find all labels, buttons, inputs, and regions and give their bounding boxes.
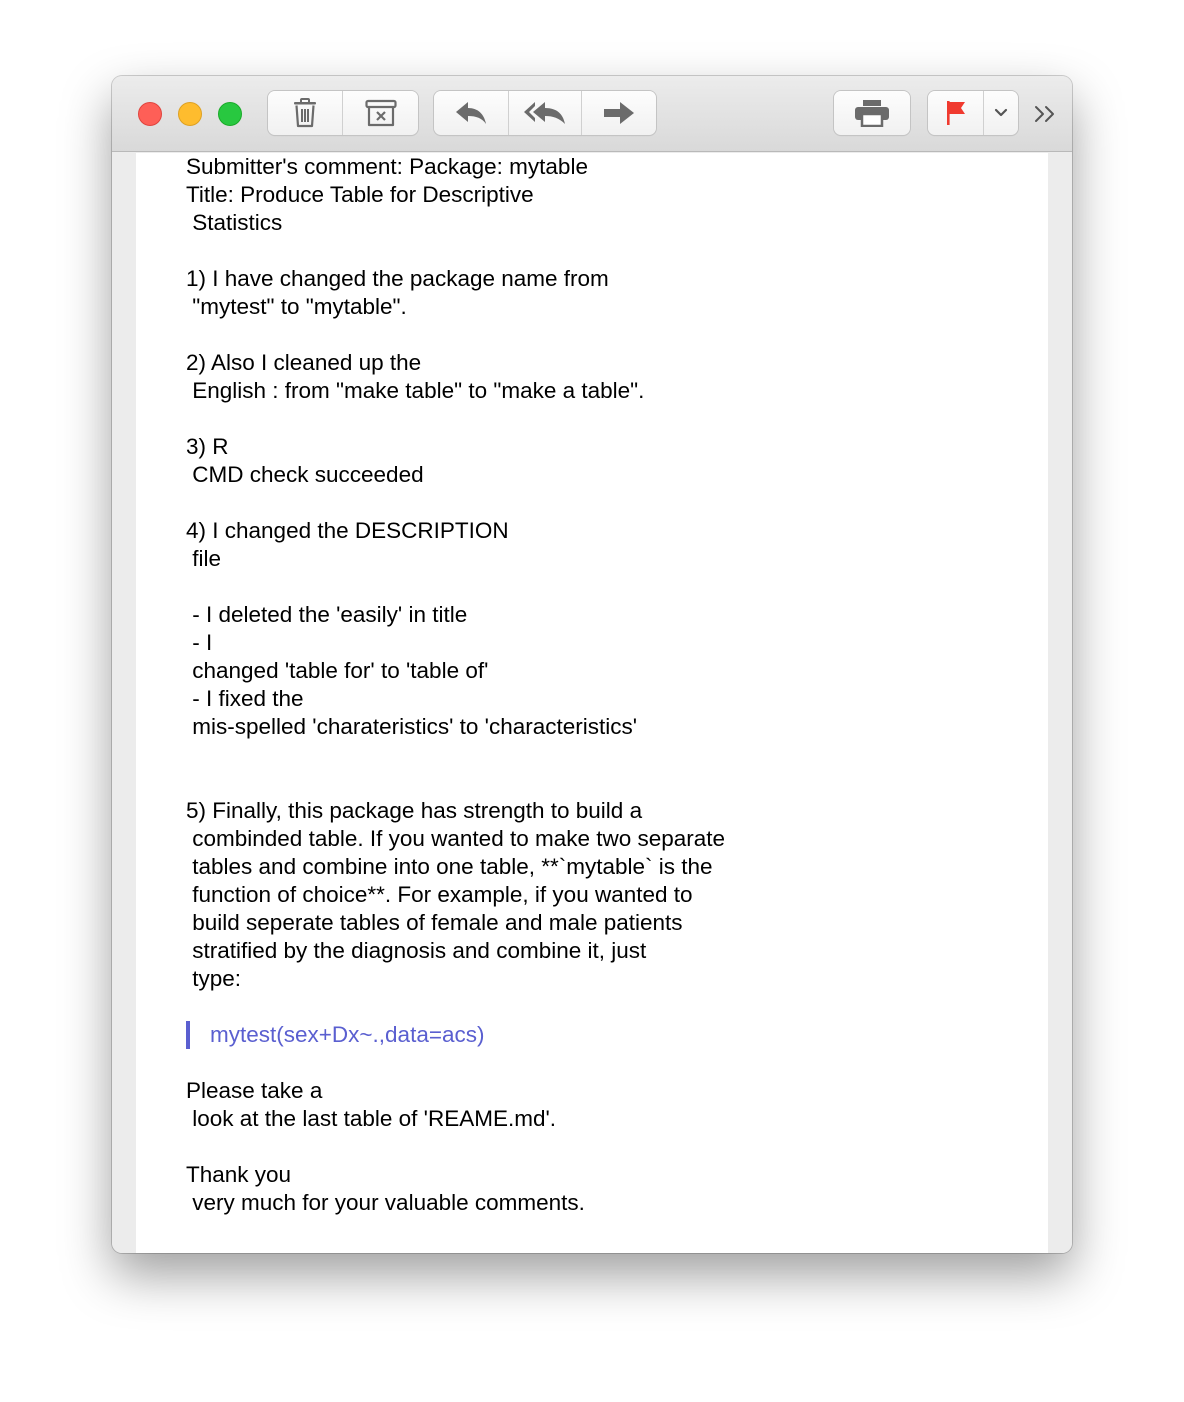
flag-menu-button[interactable] <box>984 91 1018 135</box>
forward-button[interactable] <box>582 91 656 135</box>
message-line: file <box>186 546 222 571</box>
flag-group <box>928 91 1018 135</box>
close-window-button[interactable] <box>138 102 162 126</box>
message-line: type: <box>186 966 242 991</box>
message-line: Thank you <box>186 1162 292 1187</box>
message-line: 1) I have changed the package name from <box>186 266 609 291</box>
message-line: - I <box>186 630 213 655</box>
reply-forward-group <box>434 91 656 135</box>
message-line: "mytest" to "mytable". <box>186 294 407 319</box>
message-line: 3) R <box>186 434 229 459</box>
left-gutter <box>112 153 136 1253</box>
message-line: Statistics <box>186 210 283 235</box>
quoted-code: mytest(sex+Dx~.,data=acs) <box>186 1021 1006 1049</box>
message-line: Title: Produce Table for Descriptive <box>186 182 534 207</box>
print-group <box>834 91 910 135</box>
message-line: 5) Finally, this package has strength to… <box>186 798 643 823</box>
message-line: combinded table. If you wanted to make t… <box>186 826 726 851</box>
flag-icon <box>946 101 965 125</box>
reply-all-button[interactable] <box>509 91 582 135</box>
toolbar-overflow-button[interactable] <box>1030 100 1062 128</box>
reply-icon <box>456 102 486 124</box>
message-line: tables and combine into one table, **`my… <box>186 854 713 879</box>
delete-button[interactable] <box>268 91 343 135</box>
printer-icon <box>855 100 889 127</box>
message-line: Submitter's comment: Package: mytable <box>186 154 588 179</box>
message-line: Please take a <box>186 1078 323 1103</box>
double-chevron-right-icon <box>1035 106 1054 122</box>
right-gutter <box>1048 153 1072 1253</box>
delete-archive-group <box>268 91 418 135</box>
trash-icon <box>294 98 316 128</box>
archive-button[interactable] <box>343 91 418 135</box>
message-line: very much for your valuable comments. <box>186 1190 585 1215</box>
maximize-window-button[interactable] <box>218 102 242 126</box>
message-line: English : from "make table" to "make a t… <box>186 378 645 403</box>
reply-all-icon <box>524 102 565 124</box>
message-line: 4) I changed the DESCRIPTION <box>186 518 509 543</box>
message-body[interactable]: Submitter's comment: Package: mytable Tit… <box>136 153 1048 1253</box>
toolbar <box>112 76 1072 152</box>
message-line: - I fixed the <box>186 686 304 711</box>
message-text: Submitter's comment: Package: mytable Tit… <box>186 153 1006 1217</box>
archive-icon <box>364 99 397 127</box>
message-line: function of choice**. For example, if yo… <box>186 882 693 907</box>
reply-button[interactable] <box>434 91 509 135</box>
message-line: 2) Also I cleaned up the <box>186 350 422 375</box>
message-line: changed 'table for' to 'table of' <box>186 658 489 683</box>
chevron-down-icon <box>994 108 1008 117</box>
message-line: - I deleted the 'easily' in title <box>186 602 468 627</box>
message-line: mis-spelled 'charateristics' to 'charact… <box>186 714 638 739</box>
message-line: build seperate tables of female and male… <box>186 910 683 935</box>
mail-message-window: Submitter's comment: Package: mytable Tit… <box>112 76 1072 1253</box>
message-line: look at the last table of 'REAME.md'. <box>186 1106 557 1131</box>
message-line: stratified by the diagnosis and combine … <box>186 938 647 963</box>
message-line: CMD check succeeded <box>186 462 424 487</box>
forward-icon <box>604 102 634 124</box>
flag-button[interactable] <box>928 91 984 135</box>
print-button[interactable] <box>834 91 910 135</box>
minimize-window-button[interactable] <box>178 102 202 126</box>
